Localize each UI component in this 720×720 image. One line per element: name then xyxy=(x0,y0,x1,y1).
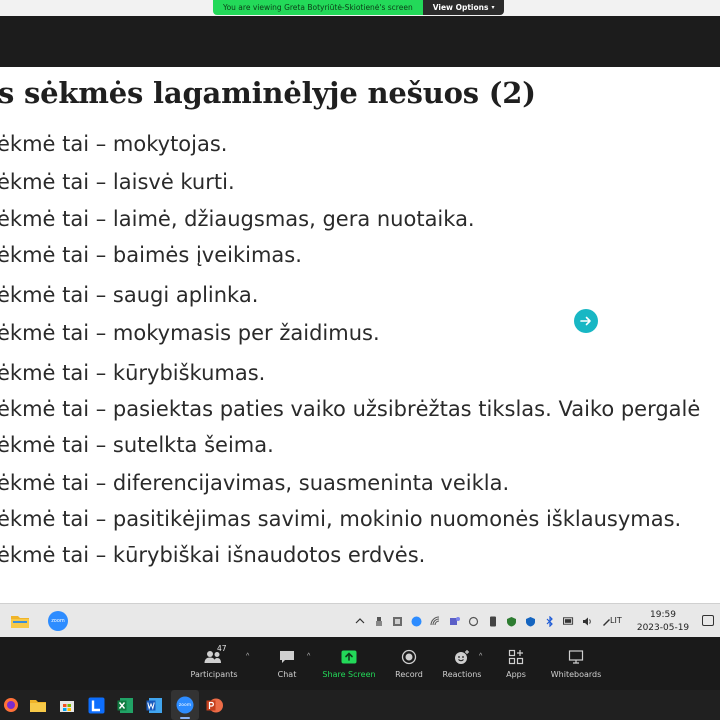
zoom-tray-icon xyxy=(411,616,422,627)
l-app-icon[interactable] xyxy=(85,694,107,716)
screen-share-banner: You are viewing Greta Botyriūtė-Skiotien… xyxy=(213,0,505,15)
zoom-app-text: zoom xyxy=(51,618,65,624)
apps-icon xyxy=(508,649,524,665)
presenter-cursor-icon xyxy=(574,309,598,333)
whiteboards-button[interactable]: Whiteboards xyxy=(541,647,611,679)
reactions-label: Reactions xyxy=(442,670,482,679)
wifi-icon xyxy=(430,616,441,627)
participants-label: Participants xyxy=(190,670,238,679)
participants-button[interactable]: 47 Participants xyxy=(179,644,249,679)
system-tray xyxy=(354,613,612,629)
record-label: Record xyxy=(395,670,423,679)
screen-root: You are viewing Greta Botyriūtė-Skiotien… xyxy=(0,0,720,720)
slide-line: ėkmė tai – kūrybiškumas. xyxy=(0,361,266,385)
slide-line: ėkmė tai – sutelkta šeima. xyxy=(0,433,274,457)
slide-line: ėkmė tai – diferencijavimas, suasmeninta… xyxy=(0,471,510,495)
active-app-indicator xyxy=(180,717,190,719)
apps-label: Apps xyxy=(506,670,526,679)
zoom-app-icon: zoom xyxy=(46,609,70,633)
usb-icon xyxy=(373,616,384,627)
presentation-slide: s sėkmės lagaminėlyje nešuos (2) ėkmė ta… xyxy=(0,67,720,603)
shared-screen-top-band xyxy=(0,16,720,67)
chat-icon xyxy=(280,651,294,663)
sync-icon xyxy=(468,616,479,627)
volume-icon xyxy=(582,616,593,627)
word-icon[interactable] xyxy=(143,694,165,716)
bluetooth-icon xyxy=(544,615,555,627)
record-icon xyxy=(401,649,417,665)
slide-title: s sėkmės lagaminėlyje nešuos (2) xyxy=(0,76,536,110)
notification-icon xyxy=(702,615,714,626)
zoom-taskbar-icon[interactable]: zoom xyxy=(174,694,196,716)
clock-date: 2023-05-19 xyxy=(636,623,690,633)
shield-icon xyxy=(506,616,517,627)
view-options-label: View Options xyxy=(432,3,489,12)
chevron-down-icon: ▾ xyxy=(491,4,495,11)
slide-line: ėkmė tai – pasiektas paties vaiko užsibr… xyxy=(0,397,701,421)
phone-icon xyxy=(487,616,498,627)
chat-options-icon[interactable]: ^ xyxy=(307,653,310,660)
zoom-taskbar-text: zoom xyxy=(178,702,192,708)
chat-label: Chat xyxy=(277,670,297,679)
excel-icon[interactable] xyxy=(114,694,136,716)
language-indicator: LIT xyxy=(610,616,622,625)
share-screen-label: Share Screen xyxy=(322,670,376,679)
whiteboard-icon xyxy=(568,650,584,664)
slide-line: ėkmė tai – baimės įveikimas. xyxy=(0,243,302,267)
slide-line: ėkmė tai – mokymasis per žaidimus. xyxy=(0,321,380,345)
slide-line: ėkmė tai – mokytojas. xyxy=(0,132,228,156)
share-screen-icon xyxy=(341,650,357,664)
viewing-notice: You are viewing Greta Botyriūtė-Skiotien… xyxy=(213,0,423,15)
participants-count: 47 xyxy=(217,644,227,653)
powerpoint-icon[interactable] xyxy=(203,694,225,716)
local-taskbar: zoom xyxy=(0,690,720,720)
whiteboards-label: Whiteboards xyxy=(550,670,602,679)
teams-icon xyxy=(449,616,460,627)
slide-line: ėkmė tai – laimė, džiaugsmas, gera nuota… xyxy=(0,207,475,231)
file-explorer-taskbar-icon[interactable] xyxy=(27,694,49,716)
slide-line: ėkmė tai – saugi aplinka. xyxy=(0,283,259,307)
clock-time: 19:59 xyxy=(650,610,676,620)
slide-line: ėkmė tai – kūrybiškai išnaudotos erdvės. xyxy=(0,543,426,567)
slide-line: ėkmė tai – laisvė kurti. xyxy=(0,170,235,194)
windows-security-icon xyxy=(525,616,536,627)
file-explorer-icon xyxy=(8,609,32,633)
participants-options-icon[interactable]: ^ xyxy=(246,653,249,660)
monitor-icon xyxy=(392,616,403,627)
slide-line: ėkmė tai – pasitikėjimas savimi, mokinio… xyxy=(0,507,682,531)
reactions-icon xyxy=(455,650,469,664)
view-options-button[interactable]: View Options ▾ xyxy=(422,0,505,15)
chevron-up-icon xyxy=(354,616,365,627)
chat-button[interactable]: Chat xyxy=(252,647,322,679)
firefox-icon[interactable] xyxy=(0,694,22,716)
remote-taskbar: zoom LIT 19:59 2023-05-19 xyxy=(0,603,720,637)
battery-icon xyxy=(563,616,574,627)
store-icon[interactable] xyxy=(56,694,78,716)
zoom-control-bar: 47 Participants ^ Chat ^ Share Screen Re… xyxy=(0,637,720,690)
clock: 19:59 2023-05-19 xyxy=(636,609,690,635)
